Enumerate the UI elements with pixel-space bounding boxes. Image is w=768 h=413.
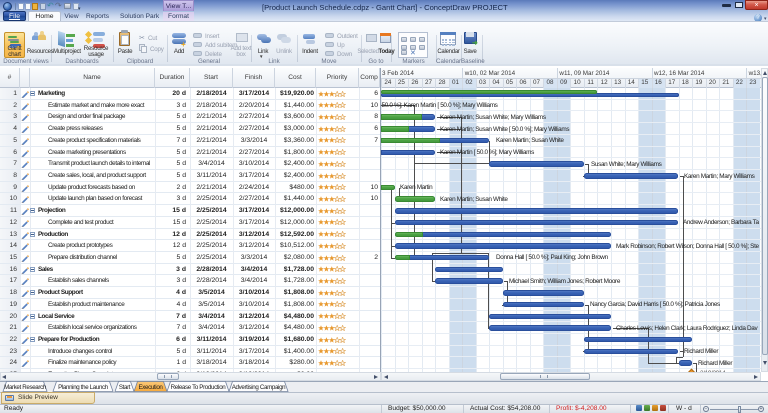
svg-text:Advertising Campaign: Advertising Campaign [232,384,286,391]
svg-text:Planning the Launch: Planning the Launch [58,384,109,391]
svg-text:Execution: Execution [138,384,163,391]
svg-text:Market Research: Market Research [4,384,47,391]
svg-text:Start: Start [119,384,131,391]
svg-text:Release To Production: Release To Production [171,384,227,391]
